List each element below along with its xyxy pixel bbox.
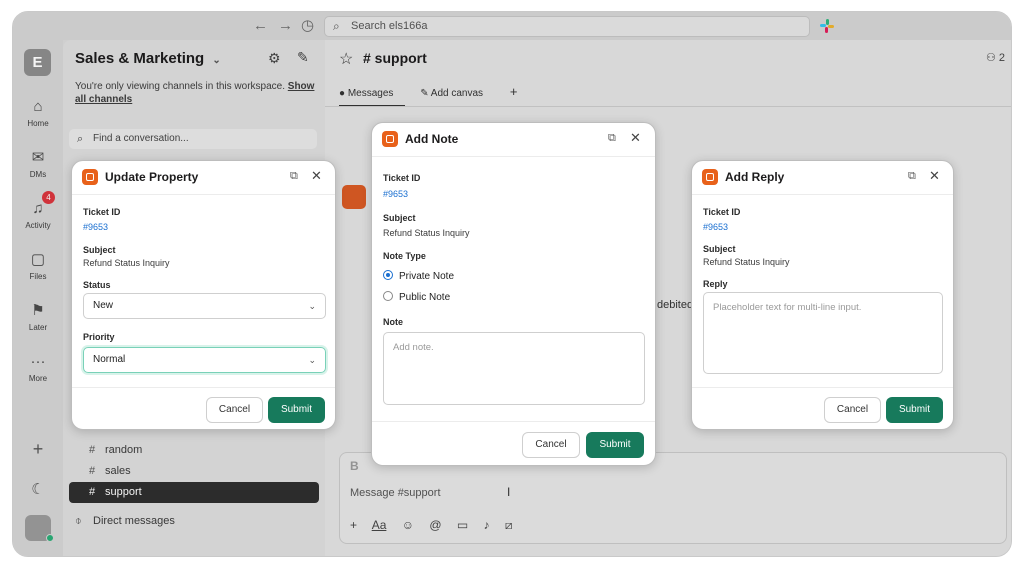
status-select[interactable]: New ⌄ <box>83 293 326 319</box>
note-type-label: Note Type <box>383 251 426 261</box>
app-window: ← → ◷ ⌕ Search els166a E ⌂ Home ✉ DMs ♫ … <box>12 11 1012 557</box>
public-note-label: Public Note <box>399 292 451 303</box>
status-label: Status <box>83 280 111 290</box>
ticket-id-link[interactable]: #9653 <box>703 222 728 232</box>
subject-value: Refund Status Inquiry <box>83 258 170 268</box>
close-icon[interactable]: ✕ <box>929 168 940 184</box>
subject-value: Refund Status Inquiry <box>703 257 790 267</box>
dialog-header: Add Reply ⧉ ✕ <box>692 161 953 195</box>
add-note-dialog: Add Note ⧉ ✕ Ticket ID #9653 Subject Ref… <box>371 122 656 466</box>
priority-selected-value: Normal <box>93 354 126 365</box>
public-note-radio[interactable]: Public Note <box>383 291 450 303</box>
boldesk-logo-icon <box>82 169 98 185</box>
note-textarea[interactable]: Add note. <box>383 332 645 405</box>
dialog-title: Add Reply <box>725 170 785 184</box>
dialog-footer: Cancel Submit <box>372 421 655 465</box>
cancel-button[interactable]: Cancel <box>824 397 881 423</box>
chevron-down-icon: ⌄ <box>308 355 316 365</box>
subject-label: Subject <box>83 245 116 255</box>
cancel-button[interactable]: Cancel <box>522 432 580 458</box>
cancel-button[interactable]: Cancel <box>206 397 263 423</box>
private-note-radio[interactable]: Private Note <box>383 270 454 282</box>
dialog-header: Update Property ⧉ ✕ <box>72 161 335 195</box>
dialog-title: Add Note <box>405 132 459 146</box>
open-external-icon[interactable]: ⧉ <box>608 132 616 145</box>
priority-label: Priority <box>83 332 115 342</box>
update-property-dialog: Update Property ⧉ ✕ Ticket ID #9653 Subj… <box>71 160 336 430</box>
ticket-id-label: Ticket ID <box>703 207 741 217</box>
dialog-header: Add Note ⧉ ✕ <box>372 123 655 157</box>
chevron-down-icon: ⌄ <box>308 301 316 311</box>
reply-placeholder: Placeholder text for multi-line input. <box>713 302 862 313</box>
submit-button[interactable]: Submit <box>886 397 943 423</box>
open-external-icon[interactable]: ⧉ <box>908 170 916 183</box>
submit-button[interactable]: Submit <box>268 397 325 423</box>
status-selected-value: New <box>93 300 114 311</box>
dialog-title: Update Property <box>105 170 199 184</box>
dialog-footer: Cancel Submit <box>692 387 953 429</box>
subject-label: Subject <box>383 213 416 223</box>
subject-label: Subject <box>703 244 736 254</box>
submit-button[interactable]: Submit <box>586 432 644 458</box>
radio-unselected-icon <box>383 291 393 301</box>
note-placeholder: Add note. <box>393 342 434 353</box>
close-icon[interactable]: ✕ <box>630 130 641 146</box>
note-label: Note <box>383 317 403 327</box>
ticket-id-label: Ticket ID <box>83 207 121 217</box>
radio-selected-icon <box>383 270 393 280</box>
close-icon[interactable]: ✕ <box>311 168 322 184</box>
ticket-id-label: Ticket ID <box>383 173 421 183</box>
open-external-icon[interactable]: ⧉ <box>290 170 298 183</box>
boldesk-logo-icon <box>382 131 398 147</box>
reply-label: Reply <box>703 279 728 289</box>
private-note-label: Private Note <box>399 271 455 282</box>
ticket-id-link[interactable]: #9653 <box>383 189 408 199</box>
ticket-id-link[interactable]: #9653 <box>83 222 108 232</box>
boldesk-logo-icon <box>702 169 718 185</box>
subject-value: Refund Status Inquiry <box>383 228 470 238</box>
dialog-footer: Cancel Submit <box>72 387 335 429</box>
reply-textarea[interactable]: Placeholder text for multi-line input. <box>703 292 943 374</box>
add-reply-dialog: Add Reply ⧉ ✕ Ticket ID #9653 Subject Re… <box>691 160 954 430</box>
priority-select[interactable]: Normal ⌄ <box>83 347 326 373</box>
